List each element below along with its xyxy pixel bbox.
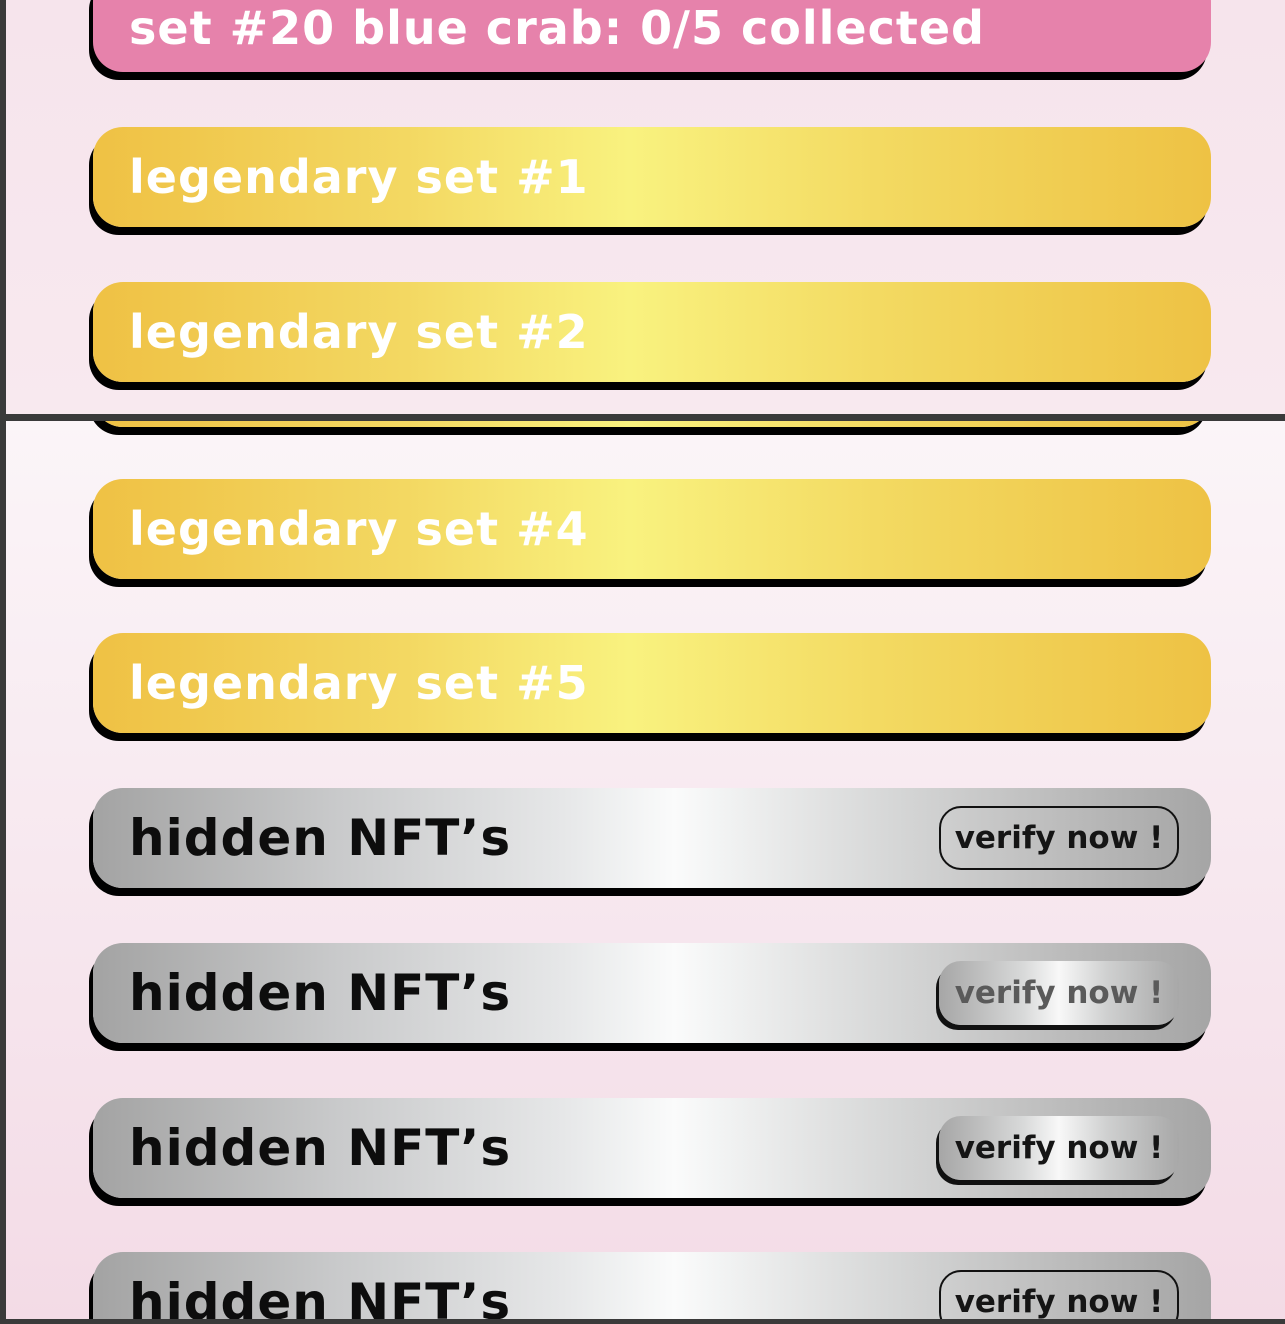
hidden-nft-bar: hidden NFT’s verify now ! xyxy=(93,788,1211,888)
legendary-set-4-bar[interactable]: legendary set #4 xyxy=(93,479,1211,579)
legendary-set-label: legendary set #5 xyxy=(129,656,589,710)
legendary-set-2-bar[interactable]: legendary set #2 xyxy=(93,282,1211,382)
verify-now-button[interactable]: verify now ! xyxy=(939,806,1179,870)
legendary-set-3-bar-partial[interactable] xyxy=(93,421,1211,427)
set-20-blue-crab-bar[interactable]: set #20 blue crab: 0/5 collected xyxy=(93,0,1211,72)
collection-panel-top: set #20 blue crab: 0/5 collected legenda… xyxy=(6,0,1285,414)
legendary-set-1-bar[interactable]: legendary set #1 xyxy=(93,127,1211,227)
verify-now-button[interactable]: verify now ! xyxy=(939,1116,1179,1180)
hidden-nft-label: hidden NFT’s xyxy=(129,1273,512,1319)
verify-now-button[interactable]: verify now ! xyxy=(939,961,1179,1025)
hidden-nft-label: hidden NFT’s xyxy=(129,1119,512,1177)
hidden-nft-label: hidden NFT’s xyxy=(129,964,512,1022)
hidden-nft-label: hidden NFT’s xyxy=(129,809,512,867)
legendary-set-label: legendary set #2 xyxy=(129,305,589,359)
hidden-nft-bar: hidden NFT’s verify now ! xyxy=(93,1098,1211,1198)
verify-now-button[interactable]: verify now ! xyxy=(939,1270,1179,1319)
hidden-nft-bar: hidden NFT’s verify now ! xyxy=(93,943,1211,1043)
collection-panel-bottom: legendary set #4 legendary set #5 hidden… xyxy=(6,421,1285,1319)
set-progress-label: set #20 blue crab: 0/5 collected xyxy=(129,1,985,55)
legendary-set-label: legendary set #1 xyxy=(129,150,589,204)
legendary-set-label: legendary set #4 xyxy=(129,502,589,556)
legendary-set-5-bar[interactable]: legendary set #5 xyxy=(93,633,1211,733)
hidden-nft-bar: hidden NFT’s verify now ! xyxy=(93,1252,1211,1319)
